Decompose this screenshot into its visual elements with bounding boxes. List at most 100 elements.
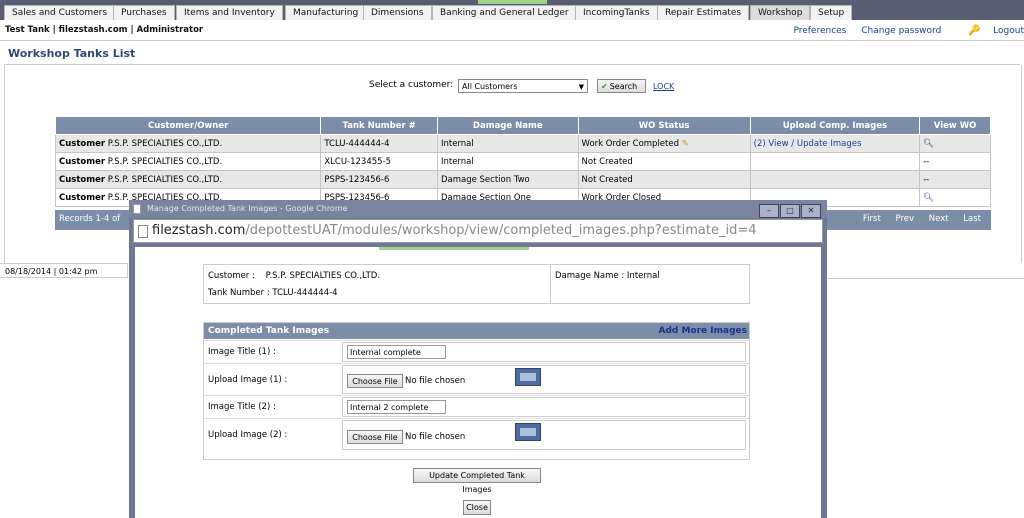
page-icon xyxy=(133,204,141,214)
close-button[interactable]: Close xyxy=(463,500,491,515)
upload-cell-1: Choose File No file chosen xyxy=(342,365,746,394)
images-header: Completed Tank Images Add More Images xyxy=(204,323,749,339)
col-tank[interactable]: Tank Number # xyxy=(320,116,438,135)
tank-info-line: Tank Number : TCLU-444444-4 xyxy=(208,288,338,298)
check-icon: ✔ xyxy=(601,82,608,91)
tab-setup[interactable]: Setup xyxy=(810,5,853,20)
tanks-table: Customer/Owner Tank Number # Damage Name… xyxy=(54,116,991,207)
cell-damage: Damage Section Two xyxy=(436,170,579,189)
image-title-row-1: Image Title (1) : Internal complete xyxy=(204,340,749,363)
tab-accent xyxy=(478,0,547,4)
maximize-icon[interactable]: □ xyxy=(780,204,800,218)
cell-status: Work Order Completed ✎ xyxy=(577,134,751,153)
table-row: Customer P.S.P. SPECIALTIES CO.,LTD. PSP… xyxy=(54,170,991,189)
no-file-text-1: No file chosen xyxy=(405,376,466,386)
popup-titlebar[interactable]: Manage Completed Tank Images - Google Ch… xyxy=(129,200,827,218)
upload-cell-2: Choose File No file chosen xyxy=(342,420,746,450)
cell-tank: XLCU-123455-5 xyxy=(320,152,438,171)
pager-prev[interactable]: Prev xyxy=(896,214,915,224)
page-title: Workshop Tanks List xyxy=(8,47,136,60)
upload-label-2: Upload Image (2) : xyxy=(208,430,288,440)
customer-select[interactable]: All Customers ▼ xyxy=(458,79,588,93)
update-images-button[interactable]: Update Completed Tank Images xyxy=(413,468,541,494)
images-header-title: Completed Tank Images xyxy=(208,326,330,336)
search-button[interactable]: ✔ Search xyxy=(597,79,646,93)
tab-items-inventory[interactable]: Items and Inventory xyxy=(176,5,283,20)
tab-banking[interactable]: Banking and General Ledger xyxy=(432,5,577,20)
minimize-icon[interactable]: – xyxy=(759,204,779,218)
popup-body: Customer : P.S.P. SPECIALTIES CO.,LTD. T… xyxy=(135,247,821,518)
col-upload[interactable]: Upload Comp. Images xyxy=(749,116,921,135)
cell-customer: Customer P.S.P. SPECIALTIES CO.,LTD. xyxy=(54,134,322,153)
image-title-cell-1: Internal complete xyxy=(342,342,746,362)
cell-customer: Customer P.S.P. SPECIALTIES CO.,LTD. xyxy=(54,152,322,171)
cell-view: 🔍︎ xyxy=(919,188,991,207)
pager-next[interactable]: Next xyxy=(929,214,949,224)
upload-label-1: Upload Image (1) : xyxy=(208,375,288,385)
col-wo-status[interactable]: WO Status xyxy=(577,116,751,135)
datetime-footer: 08/18/2014 | 01:42 pm xyxy=(0,263,128,278)
magnifier-icon[interactable]: 🔍︎ xyxy=(923,193,934,203)
user-info: Test Tank | filezstash.com | Administrat… xyxy=(5,25,204,35)
tank-info: Customer : P.S.P. SPECIALTIES CO.,LTD. T… xyxy=(203,264,750,304)
image-title-label-1: Image Title (1) : xyxy=(208,347,276,357)
cell-upload xyxy=(749,170,921,189)
close-icon[interactable]: ✕ xyxy=(801,204,821,218)
magnifier-icon[interactable]: 🔍︎ xyxy=(923,139,934,149)
preferences-link[interactable]: Preferences xyxy=(793,26,846,36)
add-more-images-link[interactable]: Add More Images xyxy=(658,323,747,339)
cell-tank: PSPS-123456-6 xyxy=(320,170,438,189)
choose-file-button-2[interactable]: Choose File xyxy=(347,430,403,444)
tab-workshop[interactable]: Workshop xyxy=(750,5,811,20)
tab-repair-estimates[interactable]: Repair Estimates xyxy=(657,5,750,20)
cell-status: Not Created xyxy=(577,152,751,171)
tab-manufacturing[interactable]: Manufacturing xyxy=(285,5,367,20)
image-thumbnail-1[interactable] xyxy=(515,368,541,386)
customer-label: Select a customer: xyxy=(369,80,454,90)
pager-last[interactable]: Last xyxy=(963,214,981,224)
logout-link[interactable]: 🔑 Logout xyxy=(956,25,1024,36)
image-title-label-2: Image Title (2) : xyxy=(208,402,276,412)
tab-incoming-tanks[interactable]: IncomingTanks xyxy=(575,5,658,20)
col-damage[interactable]: Damage Name xyxy=(436,116,579,135)
upload-row-1: Upload Image (1) : Choose File No file c… xyxy=(204,363,749,395)
image-title-input-1[interactable]: Internal complete xyxy=(347,345,446,359)
customer-info: Customer : P.S.P. SPECIALTIES CO.,LTD. xyxy=(208,271,381,281)
choose-file-button-1[interactable]: Choose File xyxy=(347,374,403,388)
table-row: Customer P.S.P. SPECIALTIES CO.,LTD. TCL… xyxy=(54,134,991,153)
customer-select-value: All Customers xyxy=(462,82,518,91)
cell-upload xyxy=(749,152,921,171)
table-row: Customer P.S.P. SPECIALTIES CO.,LTD. XLC… xyxy=(54,152,991,171)
upload-row-2: Upload Image (2) : Choose File No file c… xyxy=(204,418,749,451)
lock-link[interactable]: LOCK xyxy=(653,82,674,91)
image-thumbnail-2[interactable] xyxy=(515,423,541,441)
edit-icon[interactable]: ✎ xyxy=(682,139,689,149)
change-password-link[interactable]: Change password xyxy=(861,26,941,36)
popup-title: Manage Completed Tank Images - Google Ch… xyxy=(147,204,348,213)
footer-strip xyxy=(828,263,1024,279)
image-title-input-2[interactable]: Internal 2 complete xyxy=(347,400,446,414)
cell-damage: Internal xyxy=(436,152,579,171)
cell-status: Not Created xyxy=(577,170,751,189)
tab-sales[interactable]: Sales and Customers xyxy=(4,5,116,20)
col-view-wo[interactable]: View WO xyxy=(919,116,991,135)
images-form: Completed Tank Images Add More Images Im… xyxy=(203,322,750,460)
tab-purchases[interactable]: Purchases xyxy=(113,5,175,20)
info-divider xyxy=(550,265,551,303)
window-controls: – □ ✕ xyxy=(758,202,821,220)
user-bar: Test Tank | filezstash.com | Administrat… xyxy=(0,20,1024,41)
pager: First Prev Next Last xyxy=(851,214,981,224)
address-bar[interactable]: filezstash.com/depottestUAT/modules/work… xyxy=(133,219,823,243)
no-file-text-2: No file chosen xyxy=(405,432,466,442)
document-icon xyxy=(138,225,148,238)
pager-first[interactable]: First xyxy=(863,214,881,224)
col-customer[interactable]: Customer/Owner xyxy=(54,116,322,135)
chevron-down-icon: ▼ xyxy=(578,83,584,91)
popup-window: Manage Completed Tank Images - Google Ch… xyxy=(129,200,827,518)
key-icon: 🔑 xyxy=(968,25,981,36)
image-title-row-2: Image Title (2) : Internal 2 complete xyxy=(204,395,749,418)
url-host: filezstash.com xyxy=(152,223,246,238)
url-path: /depottestUAT/modules/workshop/view/comp… xyxy=(245,223,757,238)
cell-upload[interactable]: (2) View / Update Images xyxy=(749,134,921,153)
tab-dimensions[interactable]: Dimensions xyxy=(363,5,432,20)
